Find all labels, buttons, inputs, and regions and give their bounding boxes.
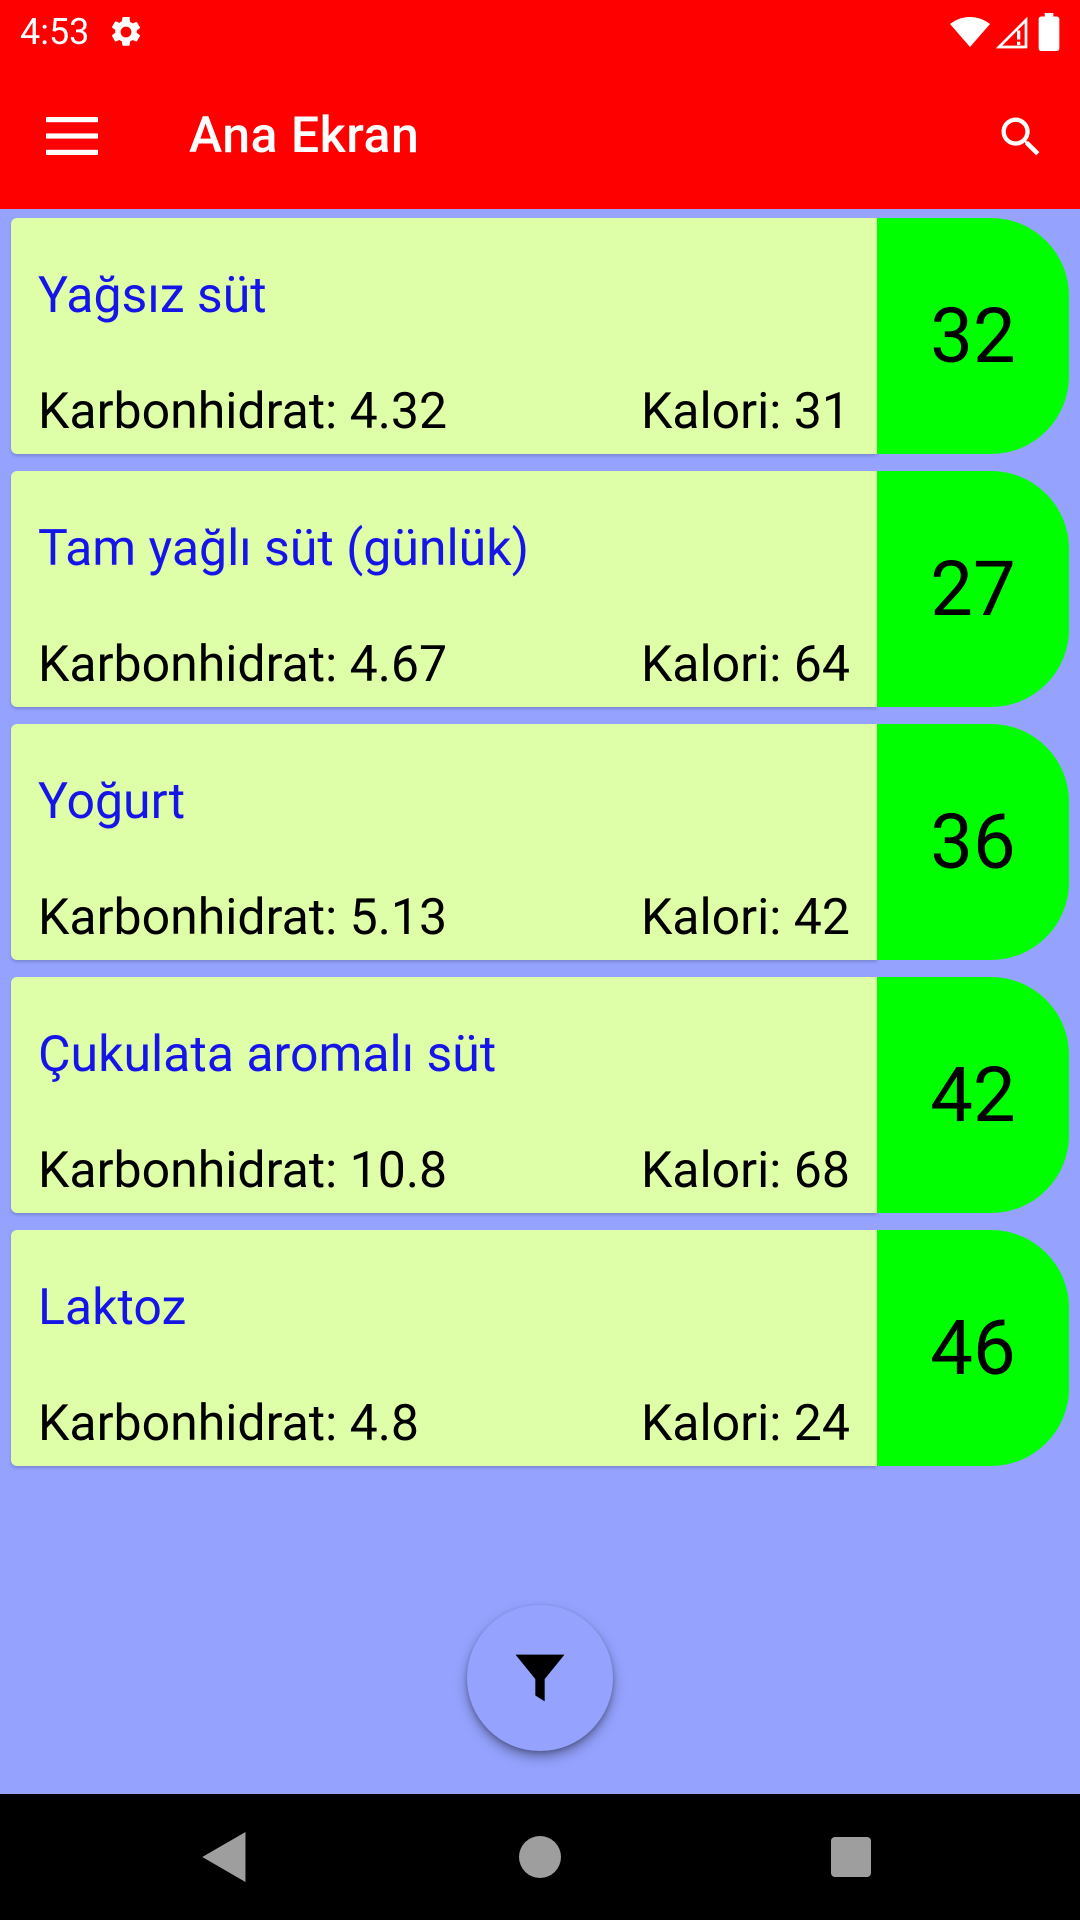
food-calorie: Kalori: 68 — [640, 1142, 850, 1200]
status-bar: 4:53 — [0, 0, 1080, 64]
food-card-body: Yağsız süt Karbonhidrat: 4.32 Kalori: 31 — [11, 218, 877, 454]
signal-icon — [996, 16, 1028, 49]
search-icon — [1001, 117, 1040, 156]
glycemic-index-badge: 36 — [877, 724, 1069, 960]
navigation-bar — [0, 1794, 1080, 1920]
food-calorie: Kalori: 42 — [640, 889, 850, 947]
wifi-icon — [950, 17, 990, 47]
menu-icon — [46, 117, 98, 155]
food-name: Çukulata aromalı süt — [38, 1026, 497, 1084]
glycemic-index-badge: 42 — [877, 977, 1069, 1213]
gear-icon — [111, 16, 141, 46]
back-button[interactable] — [192, 1824, 258, 1890]
food-carbohydrate: Karbonhidrat: 4.32 — [38, 383, 448, 441]
food-card[interactable]: Yağsız süt Karbonhidrat: 4.32 Kalori: 31… — [11, 218, 1069, 454]
food-calorie: Kalori: 31 — [640, 383, 850, 441]
filter-icon — [515, 1654, 565, 1702]
food-name: Laktoz — [38, 1279, 187, 1337]
status-time: 4:53 — [20, 11, 90, 53]
food-card-body: Çukulata aromalı süt Karbonhidrat: 10.8 … — [11, 977, 877, 1213]
food-carbohydrate: Karbonhidrat: 5.13 — [38, 889, 448, 947]
food-name: Yoğurt — [38, 773, 186, 831]
food-card[interactable]: Yoğurt Karbonhidrat: 5.13 Kalori: 42 36 — [11, 724, 1069, 960]
menu-button[interactable] — [36, 106, 108, 166]
food-calorie: Kalori: 64 — [640, 636, 850, 694]
food-carbohydrate: Karbonhidrat: 4.67 — [38, 636, 448, 694]
home-button[interactable] — [507, 1824, 573, 1890]
food-card[interactable]: Çukulata aromalı süt Karbonhidrat: 10.8 … — [11, 977, 1069, 1213]
food-card[interactable]: Tam yağlı süt (günlük) Karbonhidrat: 4.6… — [11, 471, 1069, 707]
food-name: Yağsız süt — [38, 267, 267, 325]
app-bar: Ana Ekran — [0, 64, 1080, 209]
recents-icon — [831, 1837, 871, 1877]
glycemic-index-badge: 27 — [877, 471, 1069, 707]
food-name: Tam yağlı süt (günlük) — [38, 520, 529, 578]
food-card[interactable]: Laktoz Karbonhidrat: 4.8 Kalori: 24 46 — [11, 1230, 1069, 1466]
food-card-body: Yoğurt Karbonhidrat: 5.13 Kalori: 42 — [11, 724, 877, 960]
recents-button[interactable] — [818, 1824, 884, 1890]
food-card-body: Laktoz Karbonhidrat: 4.8 Kalori: 24 — [11, 1230, 877, 1466]
food-carbohydrate: Karbonhidrat: 10.8 — [38, 1142, 448, 1200]
food-card-body: Tam yağlı süt (günlük) Karbonhidrat: 4.6… — [11, 471, 877, 707]
food-carbohydrate: Karbonhidrat: 4.8 — [38, 1395, 420, 1453]
food-calorie: Kalori: 24 — [640, 1395, 850, 1453]
search-button[interactable] — [986, 102, 1056, 172]
filter-button[interactable] — [467, 1605, 613, 1751]
glycemic-index-badge: 46 — [877, 1230, 1069, 1466]
home-icon — [519, 1836, 561, 1878]
battery-icon — [1038, 13, 1060, 51]
glycemic-index-badge: 32 — [877, 218, 1069, 454]
status-icons — [950, 12, 1060, 52]
page-title: Ana Ekran — [189, 107, 420, 165]
back-icon — [202, 1832, 246, 1882]
